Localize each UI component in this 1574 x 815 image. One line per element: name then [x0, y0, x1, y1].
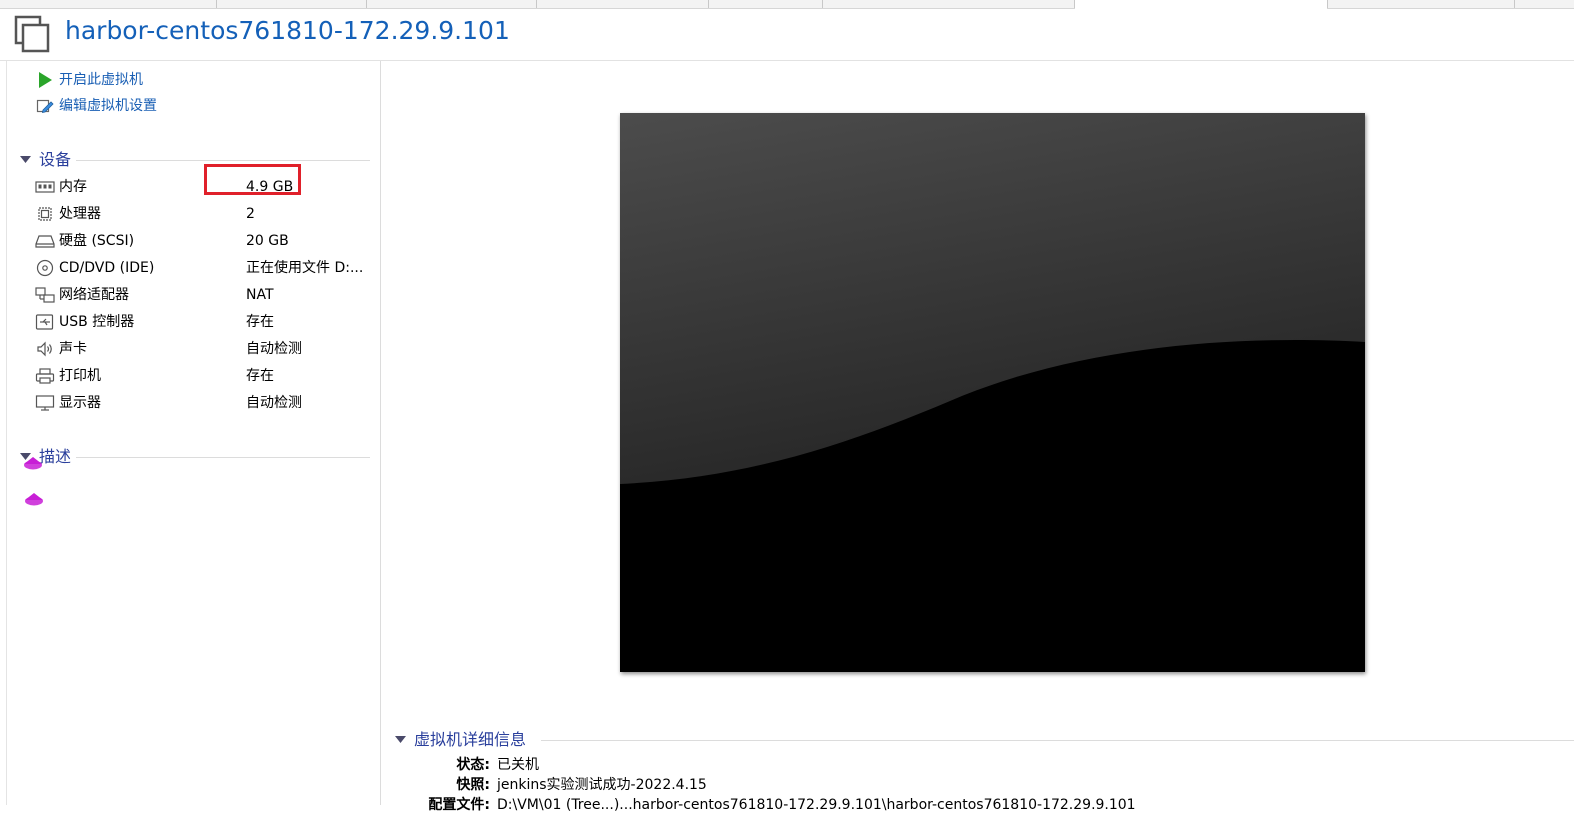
device-name: CD/DVD (IDE) [59, 260, 155, 276]
marker-icon [24, 457, 42, 470]
hard-disk-icon [35, 235, 55, 248]
section-divider [541, 740, 1574, 741]
device-value: NAT [246, 287, 274, 303]
device-value: 存在 [246, 368, 274, 384]
device-name: 声卡 [59, 341, 87, 357]
memory-icon [35, 181, 55, 193]
tab-separator [1327, 0, 1328, 8]
detail-key: 快照: [456, 777, 490, 793]
device-row-display[interactable]: 显示器 自动检测 [35, 392, 375, 414]
printer-icon [35, 368, 55, 384]
detail-value-snapshot: jenkins实验测试成功-2022.4.15 [497, 775, 707, 795]
tab-separator [822, 0, 823, 8]
edit-settings-icon [36, 99, 54, 114]
device-name: 内存 [59, 179, 87, 195]
device-row-sound-card[interactable]: 声卡 自动检测 [35, 338, 375, 360]
tab-strip [0, 0, 1574, 9]
device-row-processor[interactable]: 处理器 2 [35, 203, 375, 225]
detail-key: 配置文件: [428, 797, 490, 813]
cd-dvd-icon [36, 259, 54, 277]
vm-summary-pane [0, 61, 381, 805]
collapse-triangle-icon [395, 736, 406, 743]
tab-active[interactable] [1075, 0, 1327, 9]
device-row-printer[interactable]: 打印机 存在 [35, 365, 375, 387]
detail-value: jenkins实验测试成功-2022.4.15 [497, 777, 707, 793]
collapse-triangle-icon [20, 156, 31, 163]
usb-icon [35, 314, 54, 330]
play-icon [39, 72, 52, 88]
monitor-icon [35, 395, 55, 411]
tab-separator [216, 0, 217, 8]
memory-highlight-box [204, 164, 301, 195]
device-name: 处理器 [59, 206, 101, 222]
vm-screen-preview[interactable] [620, 113, 1365, 672]
device-row-usb-controller[interactable]: USB 控制器 存在 [35, 311, 375, 333]
device-value: 存在 [246, 314, 274, 330]
device-value: 自动检测 [246, 341, 302, 357]
device-row-hard-disk[interactable]: 硬盘 (SCSI) 20 GB [35, 230, 375, 252]
description-section-header[interactable]: 描述 [20, 446, 370, 468]
vm-title: harbor-centos761810-172.29.9.101 [65, 16, 510, 45]
detail-row-config-file: 配置文件: [400, 795, 490, 815]
detail-value-state: 已关机 [497, 755, 539, 775]
vm-header: harbor-centos761810-172.29.9.101 [0, 9, 1574, 61]
device-value: 2 [246, 206, 255, 222]
section-divider [76, 457, 370, 458]
device-name: 显示器 [59, 395, 101, 411]
tab-separator [366, 0, 367, 8]
devices-section-title: 设备 [39, 150, 72, 169]
power-on-vm-label: 开启此虚拟机 [59, 72, 143, 88]
detail-value: D:\VM\01 (Tree...)...harbor-centos761810… [497, 797, 1136, 813]
detail-value-config-file: D:\VM\01 (Tree...)...harbor-centos761810… [497, 795, 1136, 815]
detail-row-snapshot: 快照: [400, 775, 490, 795]
edit-vm-settings-label: 编辑虚拟机设置 [59, 98, 157, 114]
detail-key: 状态: [456, 757, 490, 773]
device-name: 打印机 [59, 368, 101, 384]
device-value: 正在使用文件 D:... [246, 260, 364, 276]
device-value: 自动检测 [246, 395, 302, 411]
marker-icon [25, 493, 43, 506]
device-name: 网络适配器 [59, 287, 129, 303]
tab-separator [536, 0, 537, 8]
detail-row-state: 状态: [400, 755, 490, 775]
detail-value: 已关机 [497, 757, 539, 773]
vm-details-section-header[interactable]: 虚拟机详细信息 [395, 729, 1574, 751]
pane-edge [6, 61, 7, 805]
virtual-machine-icon [14, 15, 50, 53]
tab-separator [1514, 0, 1515, 8]
device-row-network-adapter[interactable]: 网络适配器 NAT [35, 284, 375, 306]
tab-separator [708, 0, 709, 8]
network-adapter-icon [35, 287, 55, 303]
device-value: 20 GB [246, 233, 289, 249]
device-name: USB 控制器 [59, 314, 135, 330]
device-name: 硬盘 (SCSI) [59, 233, 135, 249]
vm-screen-thumbnail [620, 113, 1365, 672]
vm-details-section-title: 虚拟机详细信息 [414, 730, 527, 749]
speaker-icon [37, 341, 52, 357]
processor-icon [38, 207, 52, 221]
device-row-cd-dvd[interactable]: CD/DVD (IDE) 正在使用文件 D:... [35, 257, 375, 279]
devices-section-header[interactable]: 设备 [20, 149, 370, 171]
section-divider [76, 160, 370, 161]
